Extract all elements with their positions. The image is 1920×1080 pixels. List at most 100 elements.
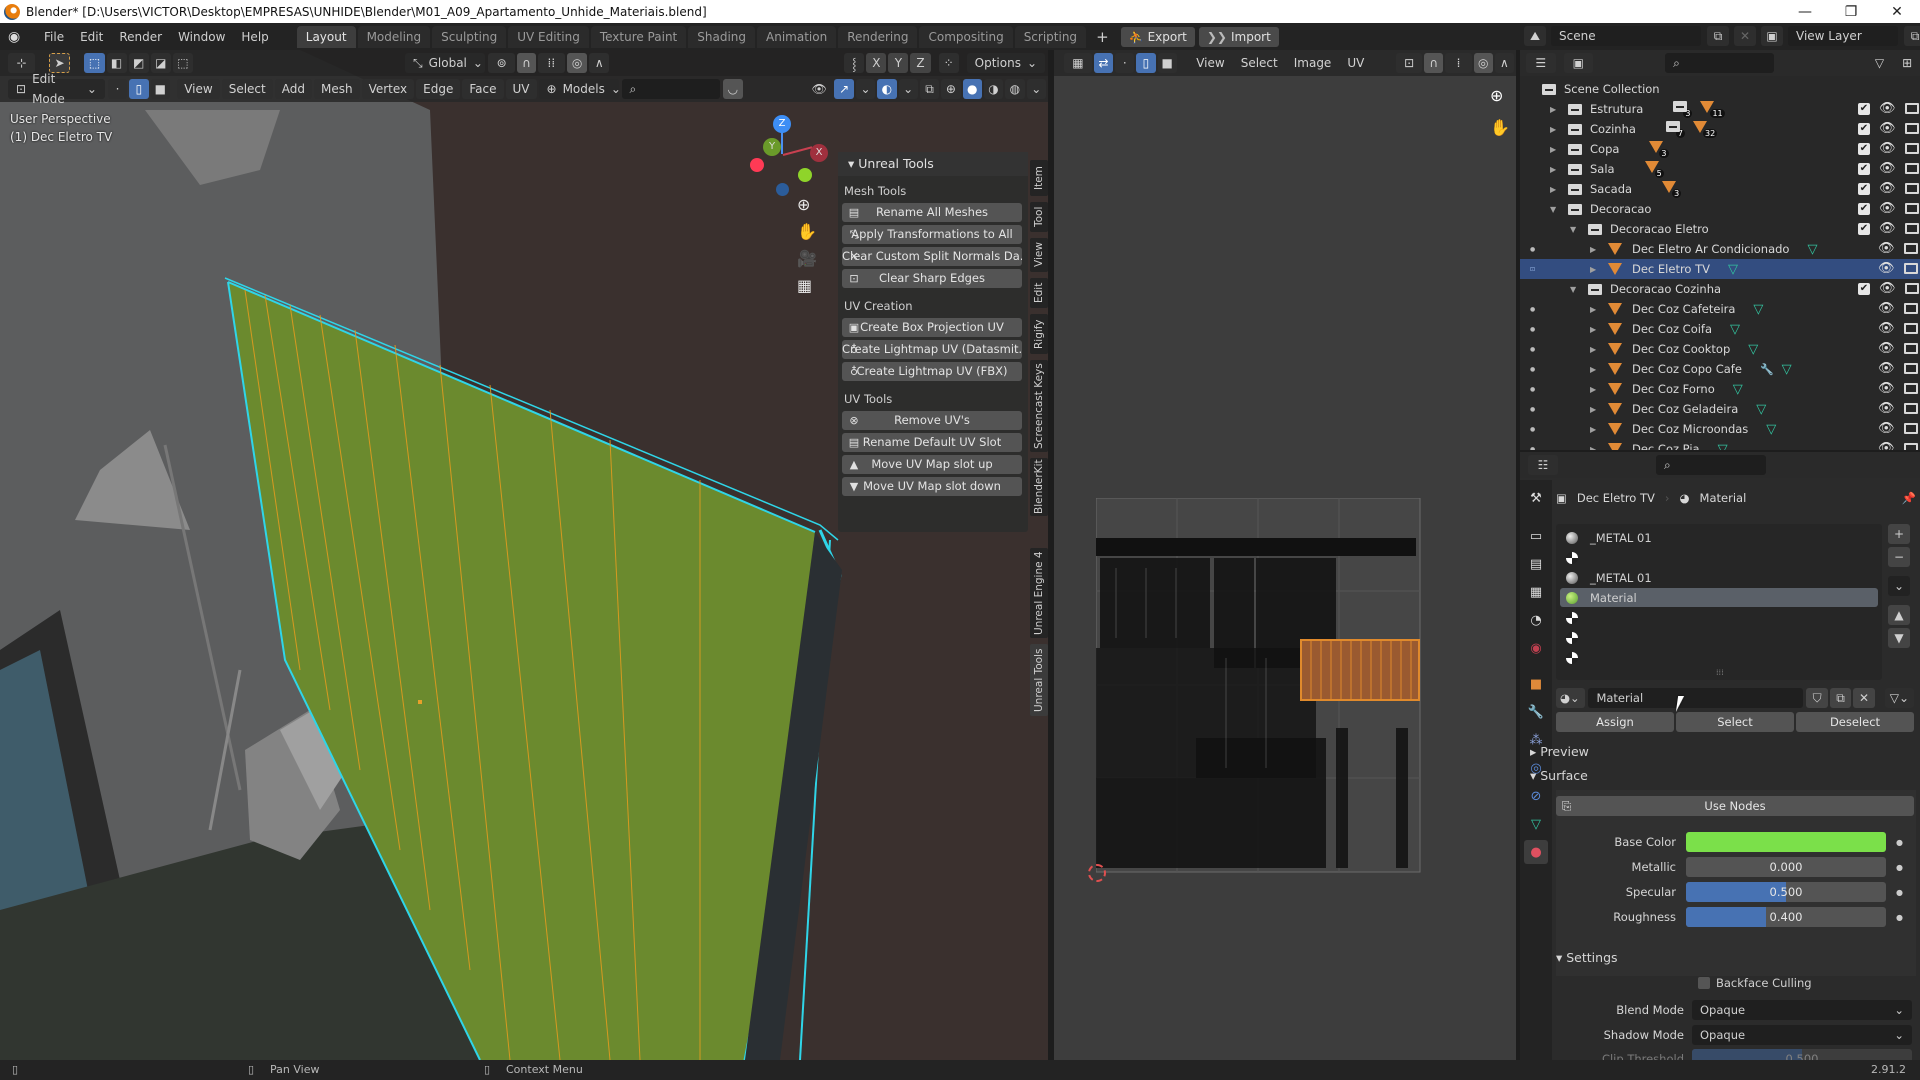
camera-view-icon[interactable]: 🎥 xyxy=(797,249,817,268)
outliner-object-row[interactable]: ● ▶ Dec Coz Geladeira ▽ 👁 xyxy=(1520,399,1920,419)
material-name-field[interactable]: Material xyxy=(1588,688,1804,708)
rename-all-meshes-button[interactable]: ▤ Rename All Meshes xyxy=(842,203,1022,222)
sidebar-tab-unreal-tools[interactable]: Unreal Tools xyxy=(1030,644,1048,716)
mesh-data-icon[interactable]: ▽ xyxy=(1728,262,1738,277)
expand-arrow-icon[interactable]: ▶ xyxy=(1550,105,1560,114)
expand-arrow-icon[interactable]: ▶ xyxy=(1550,145,1560,154)
move-slot-up-button[interactable]: ▲ xyxy=(1888,605,1910,625)
gizmo-y-axis[interactable]: Y xyxy=(763,138,781,156)
create-lightmap-uv-fbx-button[interactable]: ♁ Create Lightmap UV (FBX) xyxy=(842,362,1022,381)
scene-selector[interactable]: Scene xyxy=(1551,26,1701,46)
data-tab-icon[interactable]: ▽ xyxy=(1524,812,1548,836)
add-workspace-button[interactable]: + xyxy=(1088,26,1117,48)
gizmo-toggle-icon[interactable]: ↗ xyxy=(834,79,854,99)
xray-toggle-icon[interactable]: ⧉ xyxy=(919,79,940,99)
viewport-display-icon[interactable] xyxy=(1904,203,1919,214)
material-slot[interactable]: Material xyxy=(1560,588,1878,607)
collection-filter-dropdown[interactable]: ⊕ Models ⌄ xyxy=(538,79,621,99)
close-button[interactable]: ✕ xyxy=(1874,0,1920,23)
viewport-display-icon[interactable] xyxy=(1903,423,1918,434)
expand-arrow-icon[interactable]: ▶ xyxy=(1590,265,1600,274)
mirror-z-toggle[interactable]: Z xyxy=(910,53,931,73)
outliner-object-row[interactable]: ● ▶ Dec Coz Coifa ▽ 👁 xyxy=(1520,319,1920,339)
visibility-eye-icon[interactable]: 👁 xyxy=(1879,121,1896,136)
outliner-collection-row[interactable]: ▼ Decoracao Eletro ✔ 👁 xyxy=(1520,219,1920,239)
outliner-collection-row[interactable]: ▶ Estrutura 3 11 ✔ 👁 xyxy=(1520,99,1920,119)
mesh-data-icon[interactable]: ▽ xyxy=(1766,422,1776,437)
expand-arrow-icon[interactable]: ▶ xyxy=(1590,325,1600,334)
visibility-eye-icon[interactable]: 👁 xyxy=(1879,161,1896,176)
sidebar-tab-rigify[interactable]: Rigify xyxy=(1030,314,1048,354)
outliner-collection-row[interactable]: ▶ Sala 5 ✔ 👁 xyxy=(1520,159,1920,179)
mode-dropdown[interactable]: ⊡ Edit Mode ⌄ xyxy=(8,72,105,106)
keyframe-dot-icon[interactable]: ● xyxy=(1896,888,1903,897)
workspace-tab-layout[interactable]: Layout xyxy=(296,25,356,48)
outliner-object-row[interactable]: ● ▶ Dec Coz Pia ▽ 👁 xyxy=(1520,439,1920,450)
viewport-menu-face[interactable]: Face xyxy=(462,79,504,99)
outliner-collection-row[interactable]: ▶ Sacada 3 ✔ 👁 xyxy=(1520,179,1920,199)
modifier-tab-icon[interactable]: 🔧 xyxy=(1524,700,1548,724)
viewport-display-icon[interactable] xyxy=(1904,143,1919,154)
viewport-search-input[interactable]: ⌕ xyxy=(621,79,721,99)
remove-uvs-button[interactable]: ⊗ Remove UV's xyxy=(842,411,1022,430)
clear-custom-split-normals-button[interactable]: ✕ Clear Custom Split Normals Da... xyxy=(842,247,1022,266)
unlink-material-icon[interactable]: ✕ xyxy=(1853,688,1875,708)
gizmo-x-axis[interactable]: X xyxy=(810,144,828,162)
workspace-tab-shading[interactable]: Shading xyxy=(688,25,755,48)
uv-zoom-icon[interactable]: ⊕ xyxy=(1490,86,1503,105)
viewport-menu-view[interactable]: View xyxy=(177,79,220,99)
workspace-tab-modeling[interactable]: Modeling xyxy=(357,25,431,48)
expand-arrow-icon[interactable]: ▶ xyxy=(1590,405,1600,414)
visibility-eye-icon[interactable]: 👁 xyxy=(1878,301,1895,316)
viewport-menu-mesh[interactable]: Mesh xyxy=(313,79,360,99)
expand-arrow-icon[interactable]: ▶ xyxy=(1590,445,1600,451)
view-layer-selector[interactable]: View Layer xyxy=(1788,26,1898,46)
edit-mode-toggle-icon[interactable]: ● xyxy=(1530,366,1535,373)
viewport-display-icon[interactable] xyxy=(1904,183,1919,194)
properties-search-input[interactable]: ⌕ xyxy=(1656,455,1766,475)
visibility-eye-icon[interactable]: 👁 xyxy=(1879,101,1896,116)
specular-slider[interactable]: 0.500 xyxy=(1686,882,1886,902)
mirror-y-toggle[interactable]: Y xyxy=(888,53,909,73)
display-mode-icon[interactable]: ▣ xyxy=(1563,53,1594,73)
gizmo-neg-z[interactable] xyxy=(776,183,789,196)
rename-default-uv-slot-button[interactable]: ▤ Rename Default UV Slot xyxy=(842,433,1022,452)
child-objects-indicator[interactable]: 32 xyxy=(1693,120,1718,138)
exclude-checkbox[interactable]: ✔ xyxy=(1858,142,1870,155)
clear-sharp-edges-button[interactable]: ⊡ Clear Sharp Edges xyxy=(842,269,1022,288)
visibility-eye-icon[interactable]: 👁 xyxy=(1879,281,1896,296)
gizmo-neg-y[interactable] xyxy=(798,168,812,182)
visibility-filter-icon[interactable]: 👁 xyxy=(806,79,832,99)
edit-mode-toggle-icon[interactable]: ● xyxy=(1530,446,1535,451)
visibility-eye-icon[interactable]: 👁 xyxy=(1878,361,1895,376)
create-box-projection-uv-button[interactable]: ▣ Create Box Projection UV xyxy=(842,318,1022,337)
mesh-data-icon[interactable]: ▽ xyxy=(1807,242,1817,257)
face-select-mode-icon[interactable]: ■ xyxy=(150,79,170,99)
material-slot[interactable]: _METAL 01 xyxy=(1560,568,1878,587)
uv-vertex-mode-icon[interactable]: ⋅ xyxy=(1115,53,1135,73)
fake-user-icon[interactable]: ⛉ xyxy=(1806,688,1828,708)
surface-panel-header[interactable]: ▾ Surface xyxy=(1530,764,1916,788)
uv-snap-target-icon[interactable]: ⁞ xyxy=(1445,53,1472,73)
tool-tab-icon[interactable]: ⚒ xyxy=(1524,486,1548,510)
metallic-slider[interactable]: 0.000 xyxy=(1686,857,1886,877)
move-slot-down-button[interactable]: ▼ xyxy=(1888,628,1910,648)
viewport-display-icon[interactable] xyxy=(1903,343,1918,354)
keyframe-dot-icon[interactable]: ● xyxy=(1896,913,1903,922)
edit-mode-toggle-icon[interactable]: ● xyxy=(1530,246,1535,253)
outliner-collection-row[interactable]: ▶ Cozinha 7 32 ✔ 👁 xyxy=(1520,119,1920,139)
proportional-edit-icon[interactable]: ◎ xyxy=(567,53,588,73)
sidebar-tab-unreal-engine-4[interactable]: Unreal Engine 4 xyxy=(1030,548,1048,638)
uv-falloff-icon[interactable]: ∧ xyxy=(1494,53,1514,73)
collapse-arrow-icon[interactable]: ▼ xyxy=(1570,285,1580,294)
edit-mode-toggle-icon[interactable]: ● xyxy=(1530,426,1535,433)
ortho-grid-icon[interactable]: ▦ xyxy=(797,276,817,295)
auto-merge-icon[interactable]: ⁘ xyxy=(938,53,959,73)
filter-icon[interactable]: ▽ xyxy=(1865,53,1895,73)
use-nodes-button[interactable]: ⎘ Use Nodes xyxy=(1556,796,1914,816)
mesh-data-icon[interactable]: ▽ xyxy=(1748,342,1758,357)
exclude-checkbox[interactable]: ✔ xyxy=(1858,182,1870,195)
overlay-dropdown-icon[interactable]: ⌄ xyxy=(898,79,918,99)
output-tab-icon[interactable]: ▤ xyxy=(1524,552,1548,576)
new-scene-icon[interactable]: ⧉ xyxy=(1707,26,1729,46)
